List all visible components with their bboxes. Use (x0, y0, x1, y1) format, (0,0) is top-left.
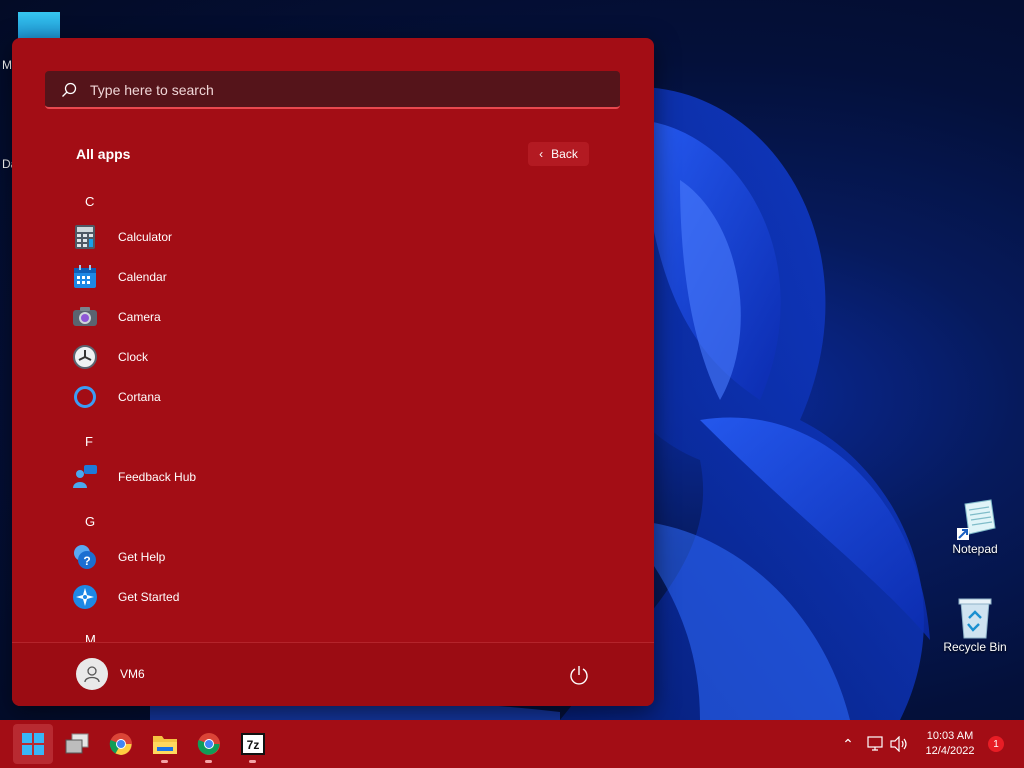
chrome-button-1[interactable] (101, 724, 141, 764)
app-item-calendar[interactable]: Calendar (72, 257, 167, 297)
feedback-hub-icon (72, 464, 98, 490)
notepad-label: Notepad (952, 542, 998, 556)
start-icon (22, 733, 44, 755)
avatar (76, 658, 108, 690)
file-explorer-button[interactable] (145, 724, 185, 764)
calendar-icon (72, 264, 98, 290)
chrome-icon (197, 733, 220, 755)
notepad-icon (955, 498, 996, 540)
section-letter-f[interactable]: F (85, 434, 93, 449)
app-label: Get Help (118, 550, 166, 564)
chevron-left-icon: ‹ (539, 147, 544, 161)
app-item-get-started[interactable]: Get Started (72, 577, 179, 617)
app-label: Feedback Hub (118, 470, 197, 484)
taskbar-clock[interactable]: 10:03 AM 12/4/2022 (908, 729, 992, 759)
running-indicator (161, 760, 168, 763)
7zip-icon: 7z (241, 733, 265, 755)
section-letter-c[interactable]: C (85, 194, 94, 209)
recycle-bin-icon (955, 596, 995, 639)
clock-icon (72, 344, 98, 370)
app-item-feedback-hub[interactable]: Feedback Hub (72, 457, 196, 497)
back-button[interactable]: ‹ Back (528, 142, 589, 166)
app-item-clock[interactable]: Clock (72, 337, 148, 377)
clock-date: 12/4/2022 (925, 745, 975, 757)
user-account-button[interactable]: VM6 (76, 658, 145, 690)
chrome-icon (109, 733, 132, 755)
task-view-icon (65, 733, 89, 754)
7zip-button[interactable]: 7z (233, 724, 273, 764)
search-icon (62, 82, 77, 97)
network-icon (867, 736, 883, 751)
chrome-button-2[interactable] (189, 724, 229, 764)
get-started-icon (72, 584, 98, 610)
taskbar: 7z ⌃ 10:03 AM 12/4/2022 (0, 720, 1024, 768)
app-item-camera[interactable]: Camera (72, 297, 161, 337)
app-label: Clock (118, 350, 149, 364)
app-label: Camera (118, 310, 161, 324)
file-explorer-icon (153, 736, 177, 754)
start-footer: VM6 (12, 642, 654, 706)
svg-text:7z: 7z (247, 738, 260, 752)
clock-time: 10:03 AM (926, 730, 974, 742)
cortana-icon (72, 384, 98, 410)
all-apps-title: All apps (76, 146, 131, 162)
show-hidden-icons-button[interactable]: ⌃ (836, 724, 860, 764)
camera-icon (72, 304, 98, 330)
volume-icon (890, 736, 907, 752)
search-box[interactable] (45, 71, 620, 109)
section-letter-m[interactable]: M (85, 632, 96, 642)
desktop-icon-recycle-bin[interactable]: Recycle Bin (940, 596, 1010, 654)
running-indicator (249, 760, 256, 763)
app-label: Cortana (118, 390, 161, 404)
start-menu: All apps ‹ Back C Calculator Calendar (12, 38, 654, 706)
power-icon[interactable] (568, 664, 590, 686)
back-label: Back (551, 147, 578, 161)
user-name: VM6 (120, 667, 145, 681)
task-view-button[interactable] (57, 724, 97, 764)
get-help-icon: ? (72, 544, 98, 570)
recycle-bin-label: Recycle Bin (943, 640, 1007, 654)
user-icon (84, 666, 100, 683)
app-item-get-help[interactable]: ? Get Help (72, 537, 165, 577)
svg-text:?: ? (83, 554, 90, 568)
section-letter-g[interactable]: G (85, 514, 95, 529)
search-input[interactable] (88, 71, 612, 109)
network-button[interactable] (864, 724, 886, 764)
app-label: Calculator (118, 230, 173, 244)
all-apps-list: C Calculator Calendar Camera Clock Corta… (12, 180, 654, 642)
chevron-up-icon: ⌃ (842, 735, 854, 752)
app-label: Calendar (118, 270, 167, 284)
desktop-label-partial-m: M (2, 58, 12, 72)
desktop-icon-notepad[interactable]: Notepad (940, 498, 1010, 556)
notification-badge[interactable]: 1 (988, 736, 1004, 752)
calculator-icon (72, 224, 98, 250)
app-label: Get Started (118, 590, 180, 604)
running-indicator (205, 760, 212, 763)
start-button[interactable] (13, 724, 53, 764)
app-item-calculator[interactable]: Calculator (72, 217, 172, 257)
app-item-cortana[interactable]: Cortana (72, 377, 161, 417)
volume-button[interactable] (888, 724, 910, 764)
